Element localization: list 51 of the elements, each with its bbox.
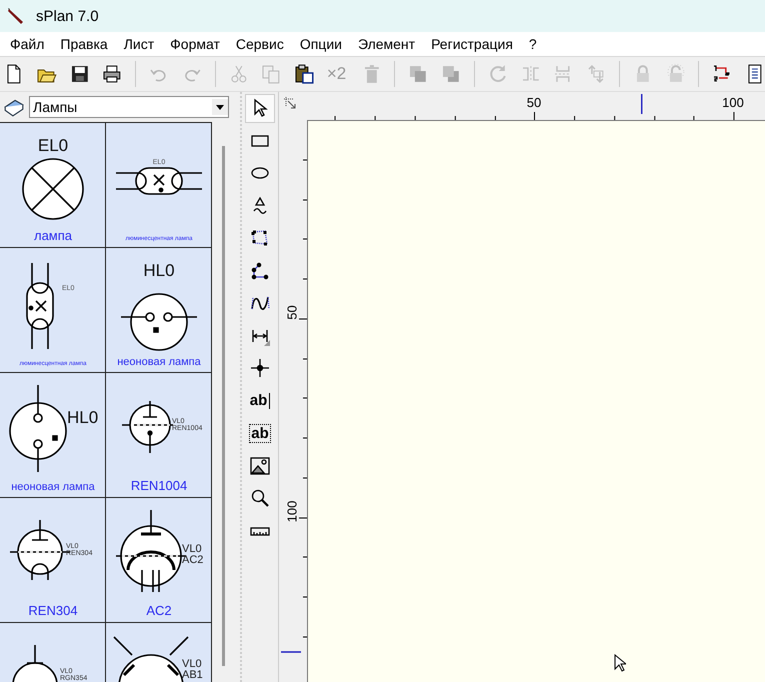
ruler-label: 50: [284, 304, 300, 322]
origin-arrow-icon[interactable]: [283, 96, 297, 110]
symbol-name: AC2: [146, 603, 172, 618]
scrollbar[interactable]: [222, 146, 225, 666]
image-tool-icon[interactable]: [250, 456, 270, 476]
paste-icon[interactable]: [294, 64, 314, 84]
save-icon[interactable]: [70, 64, 90, 84]
symbol-name: REN304: [28, 603, 78, 618]
designator-text: AB1: [182, 669, 203, 681]
designator-text: AC2: [182, 554, 204, 566]
menu-item[interactable]: ?: [520, 36, 545, 52]
polyline-tool-icon[interactable]: [250, 260, 270, 281]
menu-item[interactable]: Формат: [162, 36, 228, 52]
menu-item[interactable]: Файл: [2, 36, 52, 52]
ruler-label: 100: [721, 95, 745, 110]
symbol-cell[interactable]: HL0 неоновая лампа: [106, 248, 212, 373]
symbol-cell[interactable]: EL0 лампа: [0, 123, 106, 248]
symbol-drawing: [12, 644, 58, 682]
menu-item[interactable]: Лист: [116, 36, 162, 52]
symbol-cell[interactable]: VL0 AC2 AC2: [106, 498, 212, 623]
designator-text: VL0: [182, 543, 202, 555]
print-icon[interactable]: [102, 64, 122, 84]
menu-item[interactable]: Опции: [292, 36, 350, 52]
numbering-icon[interactable]: [712, 64, 732, 84]
symbol-name: неоновая лампа: [11, 481, 95, 493]
polygon-tool-icon[interactable]: [250, 228, 270, 248]
library-dropdown[interactable]: Лампы: [29, 96, 229, 118]
menu-item[interactable]: Правка: [52, 36, 116, 52]
symbol-drawing: [22, 158, 84, 220]
symbol-name: лампа: [34, 228, 72, 243]
symbol-cell[interactable]: HL0 неоновая лампа: [0, 373, 106, 498]
designator-text: HL0: [67, 408, 98, 427]
text-tool[interactable]: ab: [250, 392, 270, 410]
designator-text: VL0: [182, 658, 202, 670]
symbol-name: неоновая лампа: [117, 356, 201, 368]
window-title: sPlan 7.0: [36, 8, 99, 24]
symbol-name: REN1004: [130, 478, 188, 493]
caret-icon: [212, 99, 228, 115]
zoom-tool-icon[interactable]: [250, 488, 270, 508]
pencil-icon: [6, 6, 26, 26]
menu-item[interactable]: Сервис: [228, 36, 292, 52]
mouse-cursor-icon: [614, 654, 626, 672]
designator-text: EL0: [38, 136, 68, 155]
ruler-label: 50: [526, 95, 542, 110]
menu-item[interactable]: Регистрация: [423, 36, 521, 52]
symbol-cell[interactable]: VL0 AB1: [106, 623, 212, 682]
text-frame-tool[interactable]: ab: [249, 424, 271, 443]
ruler-label: 100: [284, 500, 300, 524]
junction-tool-icon[interactable]: [250, 358, 270, 378]
menu-item[interactable]: Элемент: [350, 36, 424, 52]
designator-text: HL0: [143, 261, 175, 280]
